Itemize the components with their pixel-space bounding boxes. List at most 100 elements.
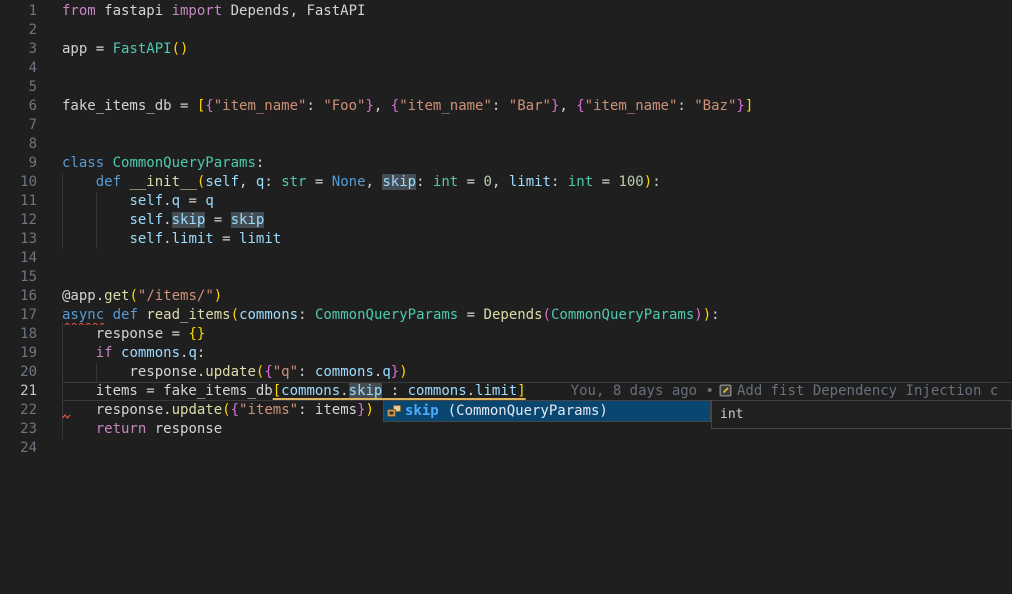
- code-token: :: [492, 98, 509, 114]
- git-blame-annotation[interactable]: You, 8 days ago •Add fist Dependency Inj…: [571, 383, 999, 399]
- code-line[interactable]: 12 self.skip = skip: [0, 211, 1012, 230]
- code-line[interactable]: 9 class CommonQueryParams:: [0, 154, 1012, 173]
- line-content[interactable]: [62, 249, 1012, 268]
- code-token: =: [458, 174, 483, 190]
- line-number[interactable]: 2: [0, 21, 37, 40]
- line-content[interactable]: [62, 59, 1012, 78]
- line-content[interactable]: if commons.q:: [62, 344, 1012, 363]
- code-editor[interactable]: 1 from fastapi import Depends, FastAPI 23 a…: [0, 0, 1012, 594]
- line-number[interactable]: 5: [0, 78, 37, 97]
- line-number[interactable]: 14: [0, 249, 37, 268]
- line-content[interactable]: fake_items_db = [{"item_name": "Foo"}, {…: [62, 97, 1012, 116]
- code-token: return: [96, 421, 147, 437]
- line-content[interactable]: def __init__(self, q: str = None, skip: …: [62, 173, 1012, 192]
- code-line[interactable]: 16 @app.get("/items/"): [0, 287, 1012, 306]
- code-line[interactable]: 6 fake_items_db = [{"item_name": "Foo"}, …: [0, 97, 1012, 116]
- code-token: self: [205, 174, 239, 190]
- line-content[interactable]: [62, 78, 1012, 97]
- line-number[interactable]: 17: [0, 306, 37, 325]
- line-content[interactable]: self.q = q: [62, 192, 1012, 211]
- code-token: =: [180, 193, 205, 209]
- line-content[interactable]: [62, 268, 1012, 287]
- code-lines: 1 from fastapi import Depends, FastAPI 23 a…: [0, 2, 1012, 458]
- code-token: :: [298, 307, 315, 323]
- line-content[interactable]: response = {}: [62, 325, 1012, 344]
- line-number[interactable]: 4: [0, 59, 37, 78]
- line-number[interactable]: 7: [0, 116, 37, 135]
- line-number[interactable]: 21: [0, 382, 37, 401]
- code-line[interactable]: 10 def __init__(self, q: str = None, ski…: [0, 173, 1012, 192]
- code-line[interactable]: 24: [0, 439, 1012, 458]
- line-number[interactable]: 20: [0, 363, 37, 382]
- line-number[interactable]: 10: [0, 173, 37, 192]
- code-token: update: [172, 402, 223, 418]
- line-number[interactable]: 9: [0, 154, 37, 173]
- line-content[interactable]: self.limit = limit: [62, 230, 1012, 249]
- indent-guide: [62, 230, 63, 249]
- code-line[interactable]: 8: [0, 135, 1012, 154]
- code-token: Depends, FastAPI: [222, 3, 365, 19]
- code-token: =: [458, 307, 483, 323]
- code-token: ): [366, 402, 374, 418]
- code-token: (: [231, 307, 239, 323]
- suggestion-item-skip[interactable]: skip (CommonQueryParams): [384, 401, 710, 421]
- code-line[interactable]: 21 items = fake_items_db[commons.skip : …: [0, 382, 1012, 401]
- code-token: .: [163, 231, 171, 247]
- code-line[interactable]: 17 async def read_items(commons: CommonQu…: [0, 306, 1012, 325]
- code-line[interactable]: 4: [0, 59, 1012, 78]
- code-token: :: [382, 383, 407, 399]
- code-token: .: [340, 383, 348, 399]
- code-line[interactable]: 15: [0, 268, 1012, 287]
- line-number[interactable]: 12: [0, 211, 37, 230]
- line-content[interactable]: [62, 439, 1012, 458]
- indent-guide: [62, 363, 63, 382]
- line-content[interactable]: async def read_items(commons: CommonQuer…: [62, 306, 1012, 325]
- line-number[interactable]: 24: [0, 439, 37, 458]
- line-content[interactable]: [62, 116, 1012, 135]
- line-number[interactable]: 11: [0, 192, 37, 211]
- line-content[interactable]: @app.get("/items/"): [62, 287, 1012, 306]
- line-content[interactable]: [62, 21, 1012, 40]
- code-token: fake_items_db =: [62, 98, 197, 114]
- code-line[interactable]: 13 self.limit = limit: [0, 230, 1012, 249]
- line-content[interactable]: from fastapi import Depends, FastAPI: [62, 2, 1012, 21]
- code-token: ]: [745, 98, 753, 114]
- code-token: ,: [374, 98, 391, 114]
- line-content[interactable]: items = fake_items_db[commons.skip : com…: [62, 382, 1012, 401]
- code-line[interactable]: 20 response.update({"q": commons.q}): [0, 363, 1012, 382]
- line-number[interactable]: 3: [0, 40, 37, 59]
- line-number[interactable]: 13: [0, 230, 37, 249]
- line-number[interactable]: 18: [0, 325, 37, 344]
- code-token: None: [332, 174, 366, 190]
- line-content[interactable]: [62, 135, 1012, 154]
- code-token: response: [62, 364, 197, 380]
- line-number[interactable]: 23: [0, 420, 37, 439]
- code-line[interactable]: 7: [0, 116, 1012, 135]
- line-number[interactable]: 16: [0, 287, 37, 306]
- code-token: :: [298, 402, 315, 418]
- code-line[interactable]: 3 app = FastAPI(): [0, 40, 1012, 59]
- code-line[interactable]: 18 response = {}: [0, 325, 1012, 344]
- code-token: skip: [382, 174, 416, 190]
- line-number[interactable]: 6: [0, 97, 37, 116]
- field-icon: [386, 403, 402, 419]
- code-line[interactable]: 19 if commons.q:: [0, 344, 1012, 363]
- line-content[interactable]: self.skip = skip: [62, 211, 1012, 230]
- indent-guide: [62, 211, 63, 230]
- line-number[interactable]: 15: [0, 268, 37, 287]
- line-number[interactable]: 8: [0, 135, 37, 154]
- code-line[interactable]: 2: [0, 21, 1012, 40]
- code-token: (: [129, 288, 137, 304]
- code-line[interactable]: 5: [0, 78, 1012, 97]
- code-line[interactable]: 1 from fastapi import Depends, FastAPI: [0, 2, 1012, 21]
- indent-guide: [96, 211, 97, 230]
- line-number[interactable]: 19: [0, 344, 37, 363]
- line-number[interactable]: 1: [0, 2, 37, 21]
- code-token: (: [543, 307, 551, 323]
- code-line[interactable]: 11 self.q = q: [0, 192, 1012, 211]
- line-content[interactable]: class CommonQueryParams:: [62, 154, 1012, 173]
- line-content[interactable]: app = FastAPI(): [62, 40, 1012, 59]
- code-line[interactable]: 14: [0, 249, 1012, 268]
- line-number[interactable]: 22: [0, 401, 37, 420]
- line-content[interactable]: response.update({"q": commons.q}): [62, 363, 1012, 382]
